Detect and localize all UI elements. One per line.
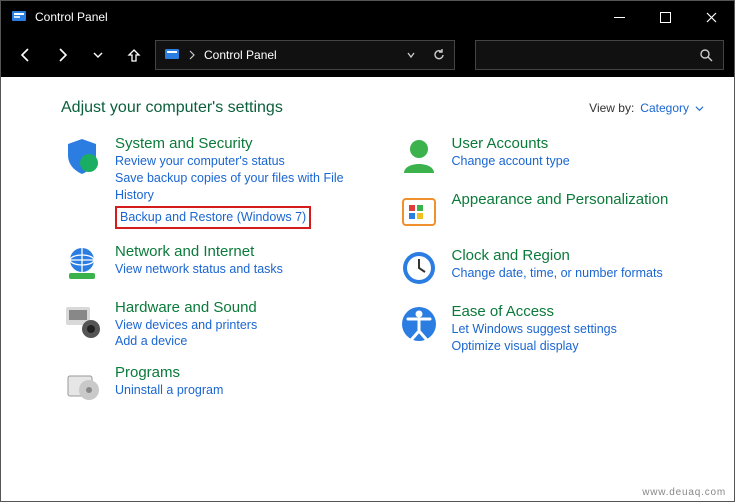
category-body: System and SecurityReview your computer'… [115, 135, 368, 229]
task-link[interactable]: Backup and Restore (Windows 7) [120, 209, 306, 226]
titlebar: Control Panel [1, 1, 734, 33]
up-button[interactable] [119, 40, 149, 70]
address-icon [164, 47, 180, 63]
task-link[interactable]: Optimize visual display [452, 338, 705, 355]
forward-button[interactable] [47, 40, 77, 70]
task-link[interactable]: Uninstall a program [115, 382, 368, 399]
task-link[interactable]: View devices and printers [115, 317, 368, 334]
category-heading[interactable]: Appearance and Personalization [452, 191, 705, 208]
view-by: View by: Category [589, 101, 704, 115]
header-row: Adjust your computer's settings View by:… [61, 99, 704, 117]
category-body: Clock and RegionChange date, time, or nu… [452, 247, 705, 289]
category-heading[interactable]: Hardware and Sound [115, 299, 368, 316]
category-body: Network and InternetView network status … [115, 243, 368, 285]
category-network-and-internet: Network and InternetView network status … [61, 243, 368, 285]
category-programs: ProgramsUninstall a program [61, 364, 368, 406]
category-heading[interactable]: Clock and Region [452, 247, 705, 264]
address-separator-icon [188, 50, 196, 60]
system-and-security-icon [61, 135, 103, 177]
task-link[interactable]: Review your computer's status [115, 153, 368, 170]
category-heading[interactable]: System and Security [115, 135, 368, 152]
category-heading[interactable]: User Accounts [452, 135, 705, 152]
category-system-and-security: System and SecurityReview your computer'… [61, 135, 368, 229]
content-area: Adjust your computer's settings View by:… [1, 77, 734, 420]
address-bar[interactable]: Control Panel [155, 40, 455, 70]
highlighted-task: Backup and Restore (Windows 7) [115, 206, 311, 229]
left-column: System and SecurityReview your computer'… [61, 135, 368, 420]
right-column: User AccountsChange account type Appearan… [398, 135, 705, 420]
ease-of-access-icon [398, 303, 440, 345]
category-hardware-and-sound: Hardware and SoundView devices and print… [61, 299, 368, 351]
category-heading[interactable]: Ease of Access [452, 303, 705, 320]
task-link[interactable]: Add a device [115, 333, 368, 350]
search-icon [699, 48, 713, 62]
user-accounts-icon [398, 135, 440, 177]
window-title: Control Panel [35, 10, 596, 24]
category-body: Hardware and SoundView devices and print… [115, 299, 368, 351]
task-link[interactable]: Save backup copies of your files with Fi… [115, 170, 368, 204]
task-link[interactable]: View network status and tasks [115, 261, 368, 278]
close-button[interactable] [688, 1, 734, 33]
category-appearance-and-personalization: Appearance and Personalization [398, 191, 705, 233]
search-input[interactable] [475, 40, 724, 70]
category-ease-of-access: Ease of AccessLet Windows suggest settin… [398, 303, 705, 355]
task-link[interactable]: Change date, time, or number formats [452, 265, 705, 282]
chevron-down-icon[interactable] [406, 50, 416, 60]
category-columns: System and SecurityReview your computer'… [61, 135, 704, 420]
category-body: User AccountsChange account type [452, 135, 705, 177]
category-user-accounts: User AccountsChange account type [398, 135, 705, 177]
maximize-button[interactable] [642, 1, 688, 33]
category-clock-and-region: Clock and RegionChange date, time, or nu… [398, 247, 705, 289]
category-heading[interactable]: Programs [115, 364, 368, 381]
task-link[interactable]: Change account type [452, 153, 705, 170]
chevron-down-icon[interactable] [695, 104, 704, 113]
back-button[interactable] [11, 40, 41, 70]
network-and-internet-icon [61, 243, 103, 285]
app-icon [11, 9, 27, 25]
appearance-and-personalization-icon [398, 191, 440, 233]
category-body: Appearance and Personalization [452, 191, 705, 233]
refresh-button[interactable] [432, 48, 446, 62]
category-body: ProgramsUninstall a program [115, 364, 368, 406]
minimize-button[interactable] [596, 1, 642, 33]
category-heading[interactable]: Network and Internet [115, 243, 368, 260]
viewby-label: View by: [589, 101, 634, 115]
programs-icon [61, 364, 103, 406]
category-body: Ease of AccessLet Windows suggest settin… [452, 303, 705, 355]
hardware-and-sound-icon [61, 299, 103, 341]
breadcrumb[interactable]: Control Panel [204, 48, 398, 62]
navigation-bar: Control Panel [1, 33, 734, 77]
task-link[interactable]: Let Windows suggest settings [452, 321, 705, 338]
viewby-value[interactable]: Category [640, 101, 689, 115]
window-buttons [596, 1, 734, 33]
watermark: www.deuaq.com [642, 487, 726, 498]
page-title: Adjust your computer's settings [61, 99, 283, 117]
recent-locations-button[interactable] [83, 40, 113, 70]
clock-and-region-icon [398, 247, 440, 289]
